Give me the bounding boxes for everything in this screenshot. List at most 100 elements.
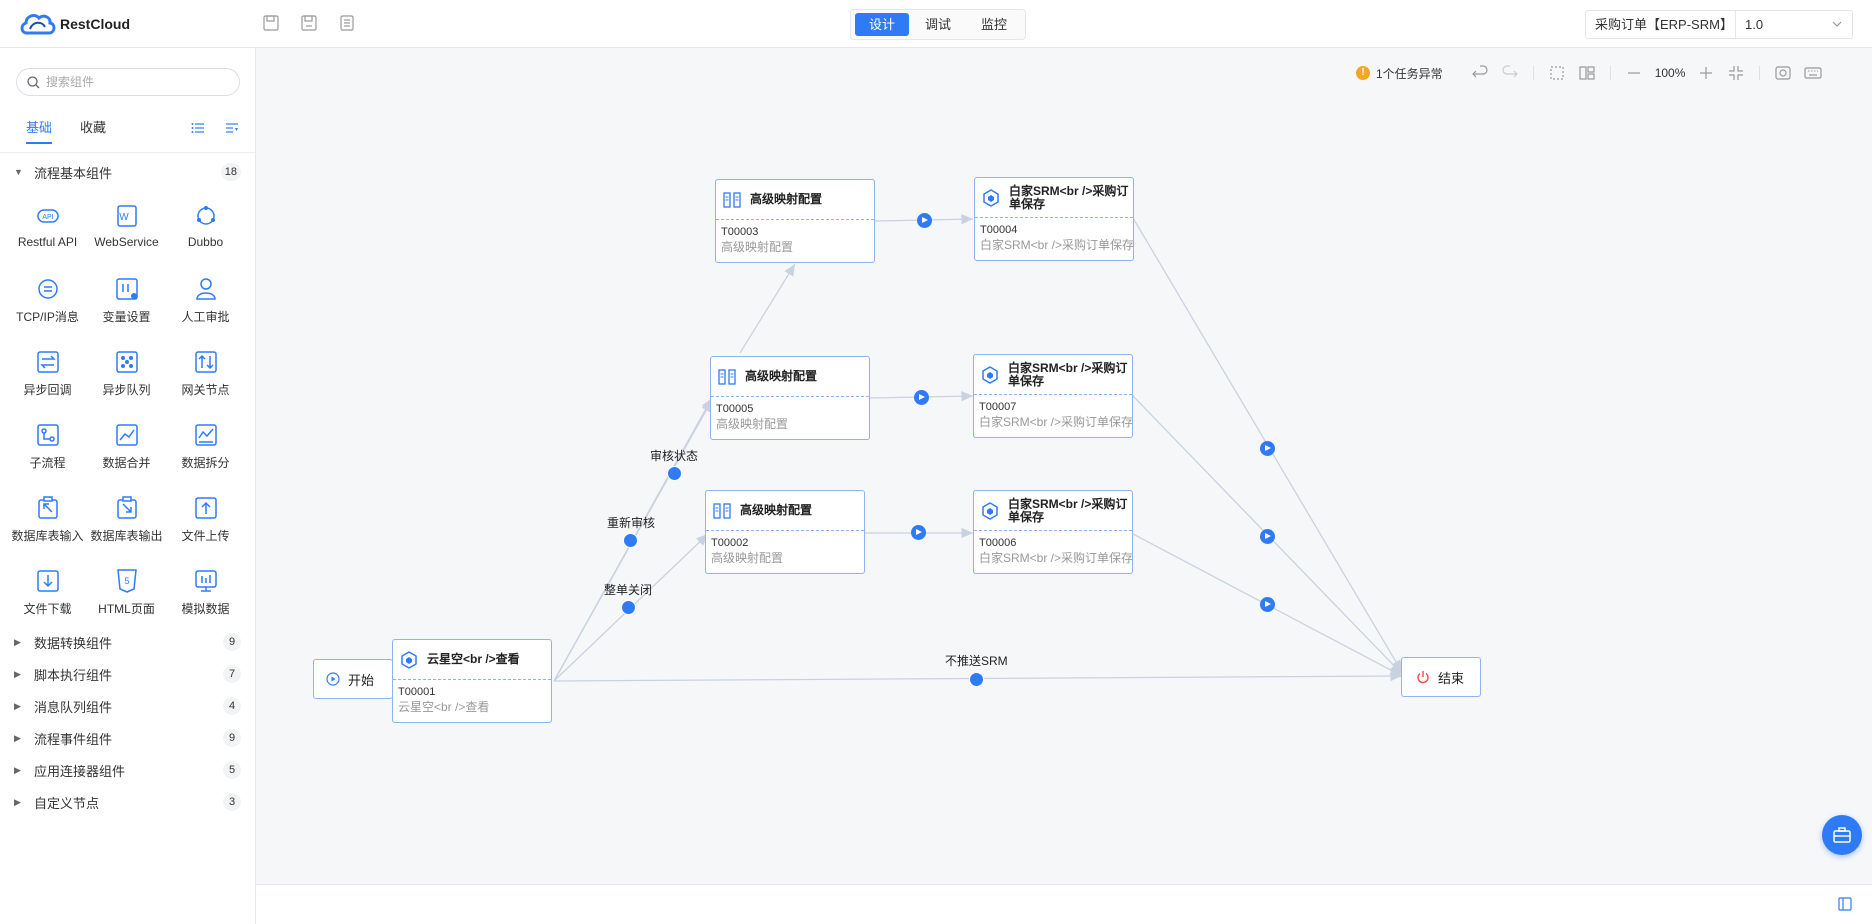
gateway-icon <box>194 351 217 373</box>
api-icon: API <box>36 209 59 223</box>
run-step-icon[interactable] <box>1260 597 1275 612</box>
task-node-t00006[interactable]: 白家SRM<br />采购订单保存 T00006 白家SRM<br />采购订单… <box>973 490 1133 574</box>
upload-icon <box>194 497 217 519</box>
tab-design[interactable]: 设计 <box>855 13 910 36</box>
screenshot-icon[interactable] <box>1774 64 1792 82</box>
component-item[interactable]: 模拟数据 <box>166 563 245 636</box>
component-item[interactable]: 异步回调 <box>8 344 87 417</box>
component-label: 模拟数据 <box>181 602 230 616</box>
run-step-icon[interactable] <box>1260 529 1275 544</box>
group-data-transform[interactable]: ▶ 数据转换组件 9 <box>0 627 255 657</box>
list-view-icon[interactable] <box>190 120 206 136</box>
undo-icon[interactable] <box>1471 64 1489 82</box>
keyboard-icon[interactable] <box>1804 64 1822 82</box>
component-item[interactable]: 异步队列 <box>87 344 166 417</box>
component-item[interactable]: 数据拆分 <box>166 417 245 490</box>
caret-right-icon: ▶ <box>14 700 21 711</box>
fit-screen-icon[interactable] <box>1727 64 1745 82</box>
tab-basic[interactable]: 基础 <box>26 118 53 148</box>
component-item[interactable]: 数据库表输出 <box>87 490 166 563</box>
tab-monitor[interactable]: 监控 <box>967 13 1021 36</box>
edit-condition-icon[interactable] <box>621 600 636 615</box>
flow-selector[interactable]: 采购订单【ERP-SRM】 1.0 <box>1585 10 1853 39</box>
component-item[interactable]: 人工审批 <box>166 271 245 344</box>
logo-text: RestCloud <box>60 16 130 32</box>
warning-icon: ! <box>1356 66 1370 80</box>
zoom-in-icon[interactable] <box>1697 64 1715 82</box>
tab-favorites[interactable]: 收藏 <box>80 118 106 148</box>
collapse-all-icon[interactable] <box>224 120 240 136</box>
component-item[interactable]: 5 HTML页面 <box>87 563 166 636</box>
component-search[interactable] <box>16 68 240 96</box>
start-node[interactable]: 开始 <box>313 659 393 699</box>
task-node-t00004[interactable]: 白家SRM<br />采购订单保存 T00004 白家SRM<br />采购订单… <box>974 177 1134 261</box>
task-node-t00002[interactable]: 高级映射配置 T00002 高级映射配置 <box>705 490 865 574</box>
caret-right-icon: ▶ <box>14 764 21 775</box>
task-warning[interactable]: ! 1个任务异常 <box>1356 65 1443 82</box>
flow-name[interactable]: 采购订单【ERP-SRM】 <box>1586 11 1736 38</box>
component-item[interactable]: 数据库表输入 <box>8 490 87 563</box>
flow-version-select[interactable]: 1.0 <box>1736 11 1852 38</box>
component-item[interactable]: 变量设置 <box>87 271 166 344</box>
dubbo-icon <box>196 206 215 225</box>
component-label: TCP/IP消息 <box>16 310 79 324</box>
node-id: T00006 <box>979 537 1017 549</box>
panel-toggle-icon[interactable] <box>1838 897 1852 911</box>
task-node-t00007[interactable]: 白家SRM<br />采购订单保存 T00007 白家SRM<br />采购订单… <box>973 354 1133 438</box>
node-subtitle: 白家SRM<br />采购订单保存 <box>979 551 1132 565</box>
save-as-icon[interactable] <box>300 14 318 32</box>
edit-condition-icon[interactable] <box>667 466 682 481</box>
power-icon <box>1417 671 1429 684</box>
toolbox-button[interactable] <box>1822 815 1862 855</box>
end-node[interactable]: 结束 <box>1401 657 1481 697</box>
group-custom[interactable]: ▶ 自定义节点 3 <box>0 787 255 817</box>
component-item[interactable]: TCP/IP消息 <box>8 271 87 344</box>
run-step-icon[interactable] <box>917 213 932 228</box>
start-label: 开始 <box>348 672 375 688</box>
edit-condition-icon[interactable] <box>623 533 638 548</box>
canvas-footer <box>256 884 1872 924</box>
component-item[interactable]: 子流程 <box>8 417 87 490</box>
component-item[interactable]: 文件上传 <box>166 490 245 563</box>
component-item[interactable]: 文件下载 <box>8 563 87 636</box>
db-input-icon <box>37 496 58 519</box>
group-connectors[interactable]: ▶ 应用连接器组件 5 <box>0 755 255 785</box>
edge-label-no-push-srm: 不推送SRM <box>945 654 1008 668</box>
component-item[interactable]: API Restful API <box>8 198 87 271</box>
node-title: 白家SRM<br />采购订单保存 <box>1008 360 1128 388</box>
group-count: 3 <box>223 793 241 811</box>
select-area-icon[interactable] <box>1548 64 1566 82</box>
zoom-out-icon[interactable] <box>1625 64 1643 82</box>
task-node-t00001[interactable]: 云星空<br />查看 T00001 云星空<br />查看 <box>392 639 552 723</box>
group-script[interactable]: ▶ 脚本执行组件 7 <box>0 659 255 689</box>
flow-canvas[interactable] <box>256 48 1872 884</box>
document-icon[interactable] <box>338 14 356 32</box>
tab-debug[interactable]: 调试 <box>911 13 965 36</box>
redo-icon[interactable] <box>1501 64 1519 82</box>
split-icon <box>194 424 217 446</box>
group-mq[interactable]: ▶ 消息队列组件 4 <box>0 691 255 721</box>
layout-icon[interactable] <box>1578 64 1596 82</box>
component-label: 异步回调 <box>23 383 72 397</box>
task-node-t00003[interactable]: 高级映射配置 T00003 高级映射配置 <box>715 179 875 263</box>
toolbox-icon <box>1833 827 1851 843</box>
node-subtitle: 高级映射配置 <box>716 417 789 431</box>
run-step-icon[interactable] <box>911 525 926 540</box>
component-item[interactable]: 网关节点 <box>166 344 245 417</box>
search-input[interactable] <box>46 75 216 89</box>
node-subtitle: 云星空<br />查看 <box>398 700 490 714</box>
node-id: T00002 <box>711 537 749 549</box>
component-item[interactable]: W WebService <box>87 198 166 271</box>
group-basic[interactable]: ▼ 流程基本组件 18 <box>0 157 255 187</box>
save-icon[interactable] <box>262 14 280 32</box>
play-circle-icon <box>326 672 340 686</box>
edit-condition-icon[interactable] <box>969 672 984 687</box>
run-step-icon[interactable] <box>1260 441 1275 456</box>
group-name: 脚本执行组件 <box>34 667 113 683</box>
component-item[interactable]: Dubbo <box>166 198 245 271</box>
task-node-t00005[interactable]: 高级映射配置 T00005 高级映射配置 <box>710 356 870 440</box>
run-step-icon[interactable] <box>914 390 929 405</box>
component-item[interactable]: 数据合并 <box>87 417 166 490</box>
group-events[interactable]: ▶ 流程事件组件 9 <box>0 723 255 753</box>
toolbar-separator <box>1532 66 1534 80</box>
